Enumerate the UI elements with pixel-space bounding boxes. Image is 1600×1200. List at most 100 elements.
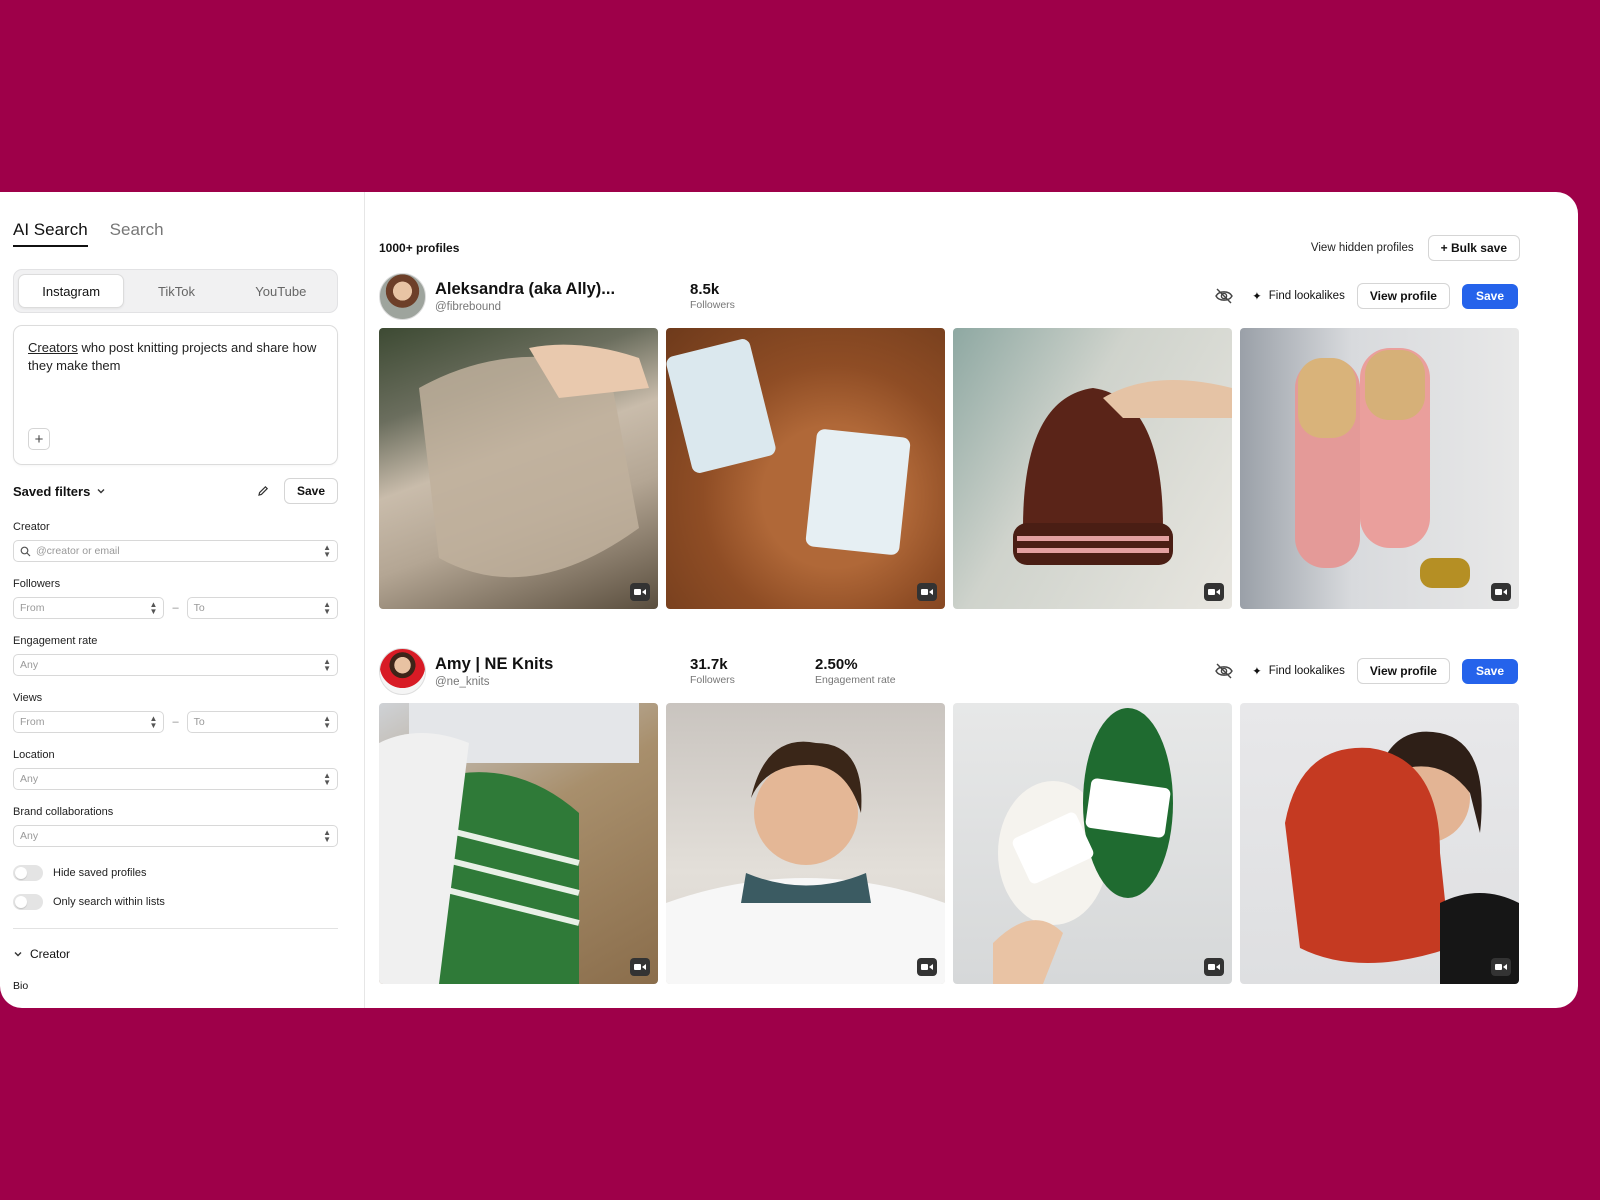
view-hidden-profiles-link[interactable]: View hidden profiles — [1311, 242, 1414, 254]
video-icon — [917, 958, 937, 976]
followers-to-select[interactable]: To ▲ ▼ — [186, 597, 338, 619]
saved-filters-label: Saved filters — [13, 483, 91, 499]
plus-icon: + — [34, 430, 44, 448]
followers-label: Followers — [690, 299, 735, 311]
followers-stat: 8.5k Followers — [690, 281, 815, 311]
filter-sidebar: AI Search Search Instagram TikTok YouTub… — [0, 192, 365, 1008]
post-thumbnail[interactable] — [666, 328, 945, 609]
tab-ai-search[interactable]: AI Search — [13, 220, 88, 247]
view-profile-button[interactable]: View profile — [1356, 658, 1450, 684]
creator-search-input[interactable]: @creator or email ▲ ▼ — [13, 540, 338, 562]
divider — [13, 928, 338, 929]
find-lookalikes-button[interactable]: ✦ Find lookalikes — [1252, 664, 1345, 678]
hide-saved-toggle[interactable] — [13, 865, 43, 881]
within-lists-toggle[interactable] — [13, 894, 43, 910]
post-thumbnail[interactable] — [666, 703, 945, 984]
engagement-filter-label: Engagement rate — [13, 635, 98, 647]
platform-youtube[interactable]: YouTube — [229, 274, 333, 308]
add-attachment-button[interactable]: + — [28, 428, 50, 450]
followers-label: Followers — [690, 674, 735, 686]
profile-name[interactable]: Amy | NE Knits — [435, 655, 690, 674]
results-panel: 1000+ profiles View hidden profiles + Bu… — [365, 192, 1578, 1008]
views-range: From ▲ ▼ – To ▲ ▼ — [13, 711, 338, 733]
views-filter-label: Views — [13, 692, 43, 704]
followers-range: From ▲ ▼ – To ▲ ▼ — [13, 597, 338, 619]
pencil-icon[interactable] — [256, 483, 272, 499]
engagement-select[interactable]: Any ▲ ▼ — [13, 654, 338, 676]
stepper-icon: ▲ ▼ — [323, 714, 331, 730]
hide-saved-row: Hide saved profiles — [13, 865, 338, 881]
post-thumbnail[interactable] — [1240, 703, 1519, 984]
views-to-select[interactable]: To ▲ ▼ — [186, 711, 338, 733]
stepper-icon: ▲ ▼ — [323, 600, 331, 616]
video-icon — [917, 583, 937, 601]
creator-filter-label: Creator — [13, 521, 50, 533]
video-icon — [1204, 958, 1224, 976]
followers-value: 31.7k — [690, 656, 728, 673]
profile-actions: ✦ Find lookalikes View profile Save — [1214, 283, 1518, 309]
creator-placeholder: @creator or email — [36, 545, 120, 557]
views-to-placeholder: To — [193, 716, 205, 728]
profile-card: Amy | NE Knits @ne_knits 31.7k Followers… — [379, 647, 1578, 984]
video-icon — [630, 583, 650, 601]
post-thumbnail[interactable] — [953, 328, 1232, 609]
post-thumbnails — [379, 703, 1578, 984]
ai-prompt-input[interactable]: Creators who post knitting projects and … — [13, 325, 338, 465]
engagement-value: Any — [20, 659, 39, 671]
platform-tiktok[interactable]: TikTok — [124, 274, 228, 308]
chevron-down-icon — [14, 952, 22, 957]
save-profile-button[interactable]: Save — [1461, 658, 1518, 684]
avatar[interactable] — [379, 647, 426, 695]
chevron-down-icon — [97, 489, 105, 494]
within-lists-row: Only search within lists — [13, 894, 338, 910]
within-lists-label: Only search within lists — [53, 896, 165, 908]
prompt-text: Creators who post knitting projects and … — [28, 339, 323, 375]
followers-value: 8.5k — [690, 281, 720, 298]
video-icon — [1491, 583, 1511, 601]
saved-filters-dropdown[interactable]: Saved filters — [13, 484, 106, 499]
save-profile-button[interactable]: Save — [1461, 283, 1518, 309]
bulk-save-button[interactable]: + Bulk save — [1427, 235, 1520, 261]
profile-actions: ✦ Find lookalikes View profile Save — [1214, 658, 1518, 684]
profile-name[interactable]: Aleksandra (aka Ally)... — [435, 280, 690, 299]
engagement-stat: 2.50% Engagement rate — [815, 656, 940, 686]
profile-handle: @fibrebound — [435, 300, 502, 313]
brand-filter-label: Brand collaborations — [13, 806, 114, 818]
profile-names: Aleksandra (aka Ally)... @fibrebound — [435, 280, 690, 313]
search-icon — [20, 546, 31, 556]
find-lookalikes-button[interactable]: ✦ Find lookalikes — [1252, 289, 1345, 303]
stepper-icon: ▲ ▼ — [323, 543, 331, 559]
view-profile-button[interactable]: View profile — [1356, 283, 1450, 309]
engagement-value: 2.50% — [815, 656, 858, 673]
post-thumbnail[interactable] — [953, 703, 1232, 984]
tab-search[interactable]: Search — [110, 220, 164, 247]
results-topbar: 1000+ profiles View hidden profiles + Bu… — [379, 234, 1578, 262]
platform-switcher: Instagram TikTok YouTube — [13, 269, 338, 313]
stepper-icon: ▲ ▼ — [149, 714, 158, 730]
post-thumbnails — [379, 328, 1578, 609]
stepper-icon: ▲ ▼ — [323, 657, 331, 673]
stepper-icon: ▲ ▼ — [323, 771, 331, 787]
post-thumbnail[interactable] — [379, 328, 658, 609]
hide-saved-label: Hide saved profiles — [53, 867, 147, 879]
video-icon — [1491, 958, 1511, 976]
range-dash: – — [172, 716, 179, 728]
creator-section-toggle[interactable]: Creator — [13, 947, 338, 961]
avatar[interactable] — [379, 272, 426, 320]
brand-select[interactable]: Any ▲ ▼ — [13, 825, 338, 847]
post-thumbnail[interactable] — [1240, 328, 1519, 609]
hide-profile-icon[interactable] — [1214, 661, 1234, 681]
location-select[interactable]: Any ▲ ▼ — [13, 768, 338, 790]
views-from-select[interactable]: From ▲ ▼ — [13, 711, 165, 733]
profile-handle: @ne_knits — [435, 675, 490, 688]
hide-profile-icon[interactable] — [1214, 286, 1234, 306]
video-icon — [630, 958, 650, 976]
stepper-icon: ▲ ▼ — [149, 600, 158, 616]
platform-instagram[interactable]: Instagram — [18, 274, 125, 308]
range-dash: – — [172, 602, 179, 614]
followers-to-placeholder: To — [193, 602, 205, 614]
save-filters-button[interactable]: Save — [283, 478, 338, 504]
post-thumbnail[interactable] — [379, 703, 658, 984]
app-window: AI Search Search Instagram TikTok YouTub… — [0, 192, 1578, 1008]
followers-from-select[interactable]: From ▲ ▼ — [13, 597, 165, 619]
